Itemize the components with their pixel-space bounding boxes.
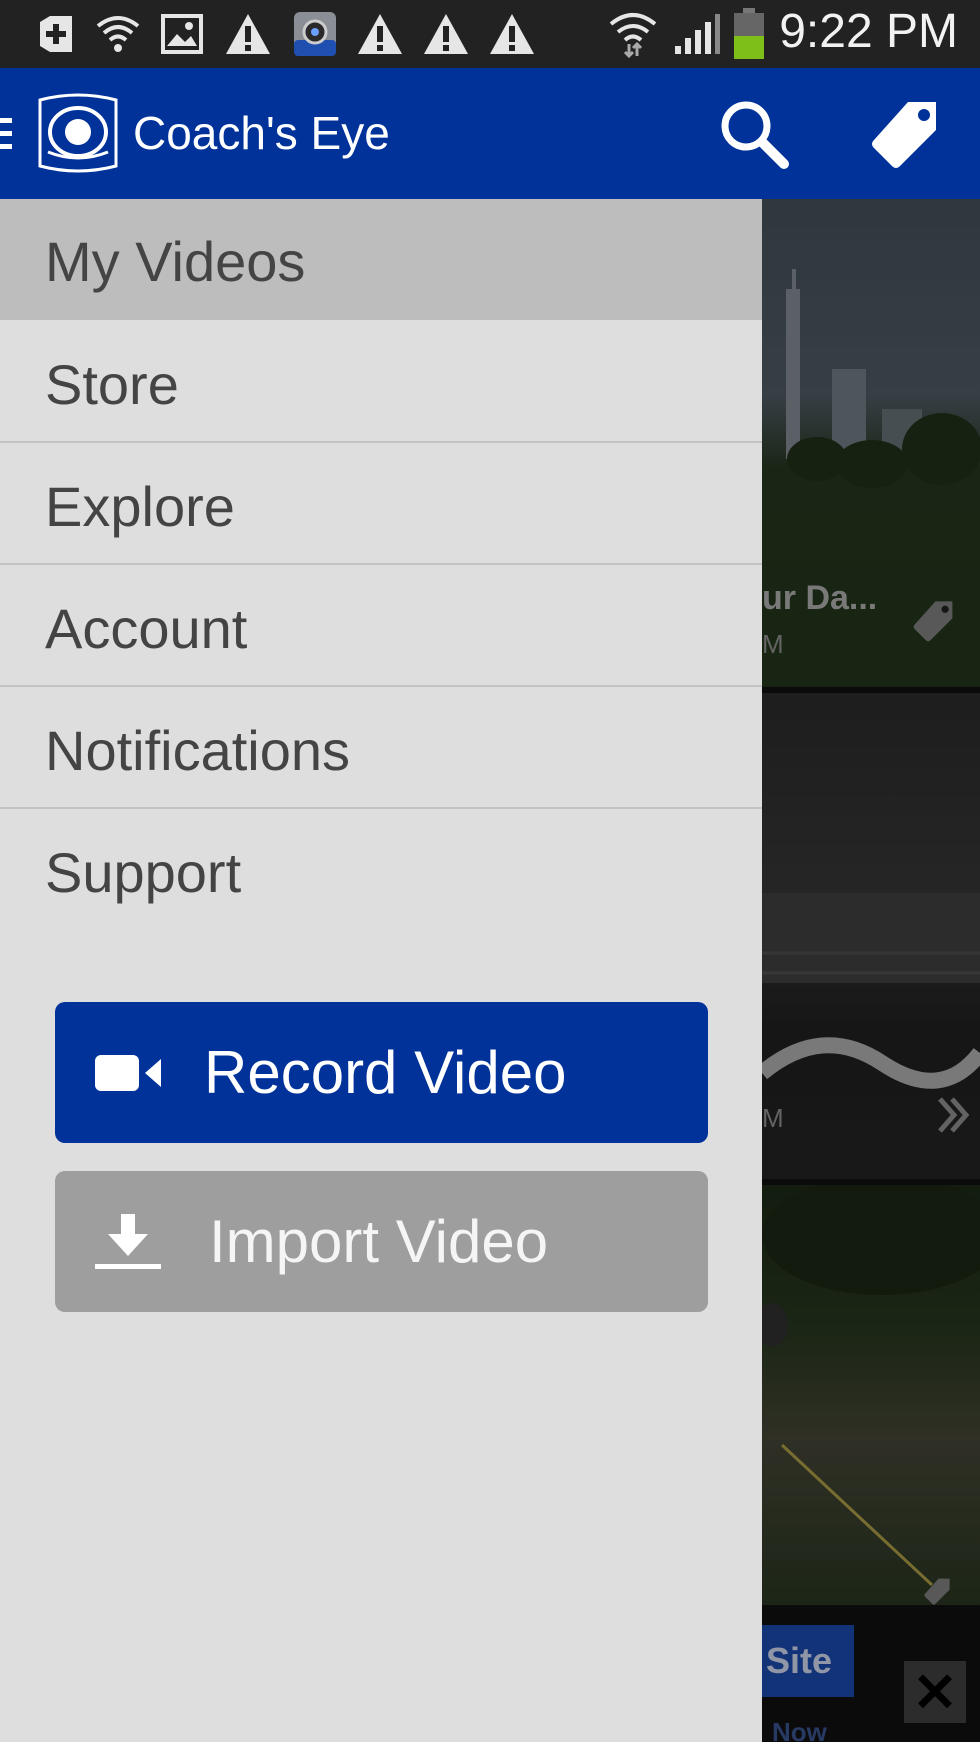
coachs-eye-logo-icon[interactable] <box>34 90 122 176</box>
warning-icon <box>422 12 470 56</box>
warning-icon <box>356 12 404 56</box>
add-box-icon <box>30 12 78 56</box>
drawer-item-account[interactable]: Account <box>0 566 762 687</box>
drawer-item-notifications[interactable]: Notifications <box>0 688 762 809</box>
status-bar: 9:22 PM <box>0 0 980 68</box>
app-bar: Coach's Eye <box>0 68 980 199</box>
import-video-button[interactable]: Import Video <box>55 1171 708 1312</box>
drawer-item-label: Explore <box>45 475 235 538</box>
record-video-button[interactable]: Record Video <box>55 1002 708 1143</box>
app-title: Coach's Eye <box>133 107 390 159</box>
drawer-item-label: Support <box>45 841 242 904</box>
drawer-item-support[interactable]: Support <box>0 810 762 931</box>
drawer-item-label: Account <box>45 597 248 660</box>
drawer-item-label: My Videos <box>45 230 306 293</box>
drawer-item-label: Store <box>45 353 179 416</box>
drawer-item-my-videos[interactable]: My Videos <box>0 199 762 320</box>
camera-app-icon <box>290 12 340 56</box>
warning-icon <box>488 12 536 56</box>
drawer-item-label: Notifications <box>45 719 351 782</box>
status-time: 9:22 PM <box>779 5 958 58</box>
image-icon <box>160 12 204 56</box>
video-list-background: ur Da... M M Site ✕ Now <box>762 199 980 1742</box>
wifi-icon <box>608 12 658 58</box>
drawer-item-store[interactable]: Store <box>0 322 762 443</box>
battery-icon <box>732 8 766 59</box>
warning-icon <box>224 12 272 56</box>
menu-icon[interactable] <box>0 116 12 152</box>
search-icon[interactable] <box>716 96 792 172</box>
import-video-label: Import Video <box>209 1208 549 1275</box>
download-icon <box>93 1212 163 1272</box>
drawer-item-explore[interactable]: Explore <box>0 444 762 565</box>
video-camera-icon <box>93 1043 163 1103</box>
tag-icon[interactable] <box>866 98 942 174</box>
signal-icon <box>672 12 722 56</box>
record-video-label: Record Video <box>204 1039 567 1106</box>
navigation-drawer: My Videos Store Explore Account Notifica… <box>0 199 762 1742</box>
scrim-overlay[interactable] <box>762 199 980 1742</box>
wifi-question-icon <box>94 12 142 56</box>
